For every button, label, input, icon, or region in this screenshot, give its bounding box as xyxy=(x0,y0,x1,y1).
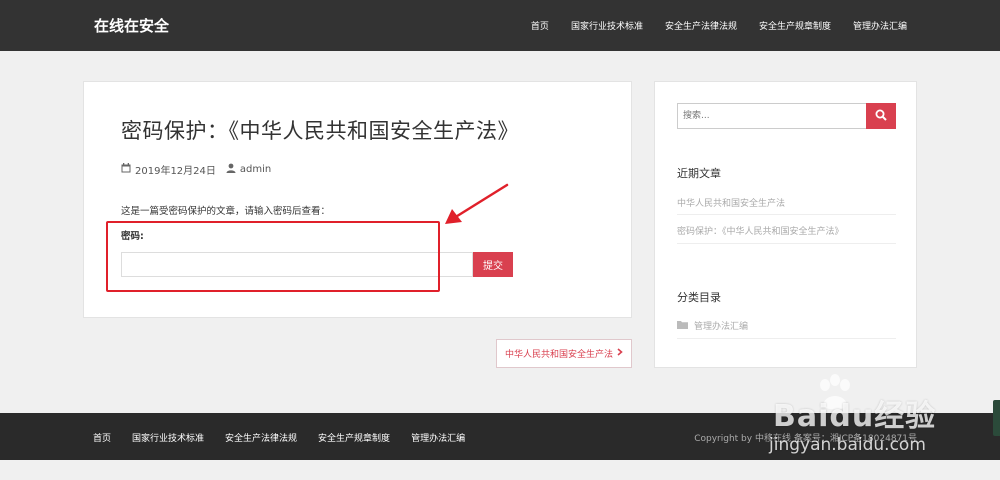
baidu-watermark: Baidu经验 jingyan.baidu.com xyxy=(755,374,945,457)
post-title: 密码保护：《中华人民共和国安全生产法》 xyxy=(121,119,519,143)
footer-nav-home[interactable]: 首页 xyxy=(93,431,111,444)
footer-nav-laws[interactable]: 安全生产法律法规 xyxy=(225,431,297,444)
side-float-widget[interactable] xyxy=(993,400,1000,436)
calendar-icon xyxy=(121,163,131,176)
footer-nav-rules[interactable]: 安全生产规章制度 xyxy=(318,431,390,444)
main-nav: 首页 国家行业技术标准 安全生产法律法规 安全生产规章制度 管理办法汇编 xyxy=(531,19,907,32)
divider xyxy=(677,338,896,339)
post-date[interactable]: 2019年12月24日 xyxy=(135,162,216,177)
sidebar: 近期文章 中华人民共和国安全生产法 密码保护：《中华人民共和国安全生产法》 分类… xyxy=(654,81,917,368)
site-title[interactable]: 在线在安全 xyxy=(94,15,169,36)
annotation-highlight-box xyxy=(106,221,440,292)
post-meta: 2019年12月24日 admin xyxy=(121,162,271,177)
submit-button[interactable]: 提交 xyxy=(473,252,513,277)
divider xyxy=(677,243,896,244)
nav-item-standards[interactable]: 国家行业技术标准 xyxy=(571,19,643,32)
recent-post-item[interactable]: 密码保护：《中华人民共和国安全生产法》 xyxy=(677,224,896,237)
user-icon xyxy=(226,163,236,176)
chevron-right-icon xyxy=(617,348,623,359)
top-navbar: 在线在安全 首页 国家行业技术标准 安全生产法律法规 安全生产规章制度 管理办法… xyxy=(0,0,1000,51)
watermark-url: jingyan.baidu.com xyxy=(769,435,926,455)
search-icon xyxy=(875,109,887,124)
nav-item-laws[interactable]: 安全生产法律法规 xyxy=(665,19,737,32)
category-label: 管理办法汇编 xyxy=(694,322,749,332)
search-button[interactable] xyxy=(866,103,896,129)
footer-nav: 首页 国家行业技术标准 安全生产法律法规 安全生产规章制度 管理办法汇编 xyxy=(93,431,465,444)
nav-item-rules[interactable]: 安全生产规章制度 xyxy=(759,19,831,32)
divider xyxy=(677,214,896,215)
password-protect-note: 这是一篇受密码保护的文章，请输入密码后查看： xyxy=(121,206,331,217)
nav-item-management[interactable]: 管理办法汇编 xyxy=(853,19,907,32)
annotation-arrow-icon xyxy=(445,183,509,224)
nav-item-home[interactable]: 首页 xyxy=(531,19,549,32)
recent-post-item[interactable]: 中华人民共和国安全生产法 xyxy=(677,196,896,209)
next-post-link[interactable]: 中华人民共和国安全生产法 xyxy=(496,339,632,368)
watermark-brand: Baidu经验 xyxy=(773,399,937,434)
footer-nav-standards[interactable]: 国家行业技术标准 xyxy=(132,431,204,444)
next-post-label: 中华人民共和国安全生产法 xyxy=(504,350,613,360)
post-author[interactable]: admin xyxy=(240,164,271,175)
category-item[interactable]: 管理办法汇编 xyxy=(677,319,896,332)
categories-title: 分类目录 xyxy=(677,291,721,304)
search-input[interactable] xyxy=(677,103,867,129)
footer-nav-management[interactable]: 管理办法汇编 xyxy=(411,431,465,444)
folder-icon xyxy=(677,320,688,332)
recent-posts-title: 近期文章 xyxy=(677,167,721,180)
